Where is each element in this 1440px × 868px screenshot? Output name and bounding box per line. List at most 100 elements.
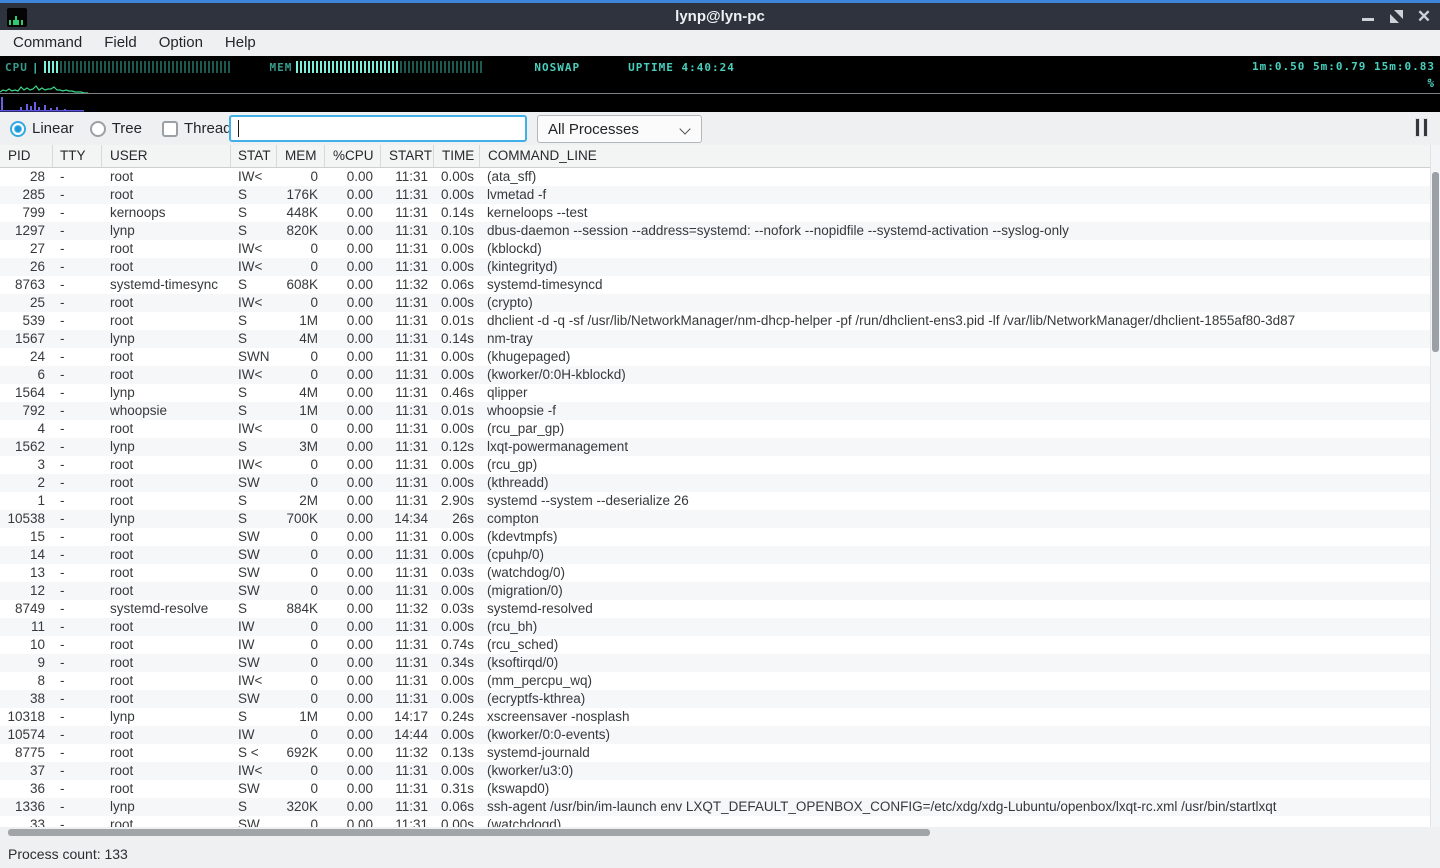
cell-stat: S < [231,744,277,762]
cell-cpu: 0.00 [325,528,381,546]
menu-field[interactable]: Field [93,30,148,56]
table-row[interactable]: 8-rootIW<00.0011:310.00s(mm_percpu_wq) [0,672,1430,690]
table-row[interactable]: 792-whoopsieS1M0.0011:310.01swhoopsie -f [0,402,1430,420]
cell-user: systemd-timesync [102,276,231,294]
cell-time: 0.00s [434,726,480,744]
table-row[interactable]: 25-rootIW<00.0011:310.00s(crypto) [0,294,1430,312]
menu-help[interactable]: Help [214,30,267,56]
table-row[interactable]: 1336-lynpS320K0.0011:310.06sssh-agent /u… [0,798,1430,816]
table-row[interactable]: 24-rootSWN00.0011:310.00s(khugepaged) [0,348,1430,366]
table-row[interactable]: 8749-systemd-resolveS884K0.0011:320.03ss… [0,600,1430,618]
table-row[interactable]: 2-rootSW00.0011:310.00s(kthreadd) [0,474,1430,492]
table-row[interactable]: 27-rootIW<00.0011:310.00s(kblockd) [0,240,1430,258]
title-bar[interactable]: lynp@lyn-pc ✕ [0,0,1440,30]
cell-tty: - [53,384,102,402]
column-header-user[interactable]: USER [102,145,231,167]
column-header-mem[interactable]: MEM [277,145,325,167]
menu-option[interactable]: Option [148,30,214,56]
cell-stat: IW< [231,456,277,474]
column-header-cpu[interactable]: %CPU [325,145,381,167]
table-row[interactable]: 10574-rootIW00.0014:440.00s(kworker/0:0-… [0,726,1430,744]
table-row[interactable]: 1-rootS2M0.0011:312.90ssystemd --system … [0,492,1430,510]
cell-cmd: kerneloops --test [480,204,1430,222]
cell-cpu: 0.00 [325,330,381,348]
column-header-tty[interactable]: TTY [53,145,102,167]
table-row[interactable]: 37-rootIW<00.0011:310.00s(kworker/u3:0) [0,762,1430,780]
cell-user: root [102,294,231,312]
cell-cpu: 0.00 [325,546,381,564]
table-row[interactable]: 3-rootIW<00.0011:310.00s(rcu_gp) [0,456,1430,474]
cell-time: 0.12s [434,438,480,456]
cell-mem: 0 [277,168,325,186]
tree-radio[interactable] [90,121,106,137]
vertical-scrollbar-thumb[interactable] [1432,172,1439,352]
cell-stat: SW [231,564,277,582]
cell-start: 11:31 [381,204,434,222]
column-header-time[interactable]: TIME [434,145,480,167]
pause-button[interactable] [1411,118,1431,138]
process-filter-dropdown[interactable]: All Processes [537,115,702,143]
cell-cpu: 0.00 [325,420,381,438]
close-button[interactable]: ✕ [1416,9,1432,25]
cell-start: 11:31 [381,528,434,546]
table-row[interactable]: 10538-lynpS700K0.0014:3426scompton [0,510,1430,528]
table-row[interactable]: 13-rootSW00.0011:310.03s(watchdog/0) [0,564,1430,582]
cell-time: 0.06s [434,798,480,816]
cell-user: root [102,474,231,492]
cell-mem: 0 [277,564,325,582]
column-header-cmd[interactable]: COMMAND_LINE [480,145,1430,167]
cell-stat: IW< [231,672,277,690]
horizontal-scrollbar-thumb[interactable] [8,829,930,836]
horizontal-scrollbar[interactable] [0,827,1440,840]
table-row[interactable]: 11-rootIW00.0011:310.00s(rcu_bh) [0,618,1430,636]
search-input[interactable] [229,115,527,142]
maximize-button[interactable] [1388,9,1404,25]
table-row[interactable]: 10318-lynpS1M0.0014:170.24sxscreensaver … [0,708,1430,726]
table-row[interactable]: 1567-lynpS4M0.0011:310.14snm-tray [0,330,1430,348]
table-row[interactable]: 539-rootS1M0.0011:310.01sdhclient -d -q … [0,312,1430,330]
maximize-icon [1390,10,1403,23]
table-row[interactable]: 38-rootSW00.0011:310.00s(ecryptfs-kthrea… [0,690,1430,708]
column-header-start[interactable]: START [381,145,434,167]
table-row[interactable]: 1297-lynpS820K0.0011:310.10sdbus-daemon … [0,222,1430,240]
cell-stat: SW [231,528,277,546]
table-row[interactable]: 26-rootIW<00.0011:310.00s(kintegrityd) [0,258,1430,276]
linear-radio[interactable] [10,121,26,137]
table-row[interactable]: 8763-systemd-timesyncS608K0.0011:320.06s… [0,276,1430,294]
table-row[interactable]: 10-rootIW00.0011:310.74s(rcu_sched) [0,636,1430,654]
table-row[interactable]: 1564-lynpS4M0.0011:310.46sqlipper [0,384,1430,402]
cell-time: 0.01s [434,402,480,420]
table-row[interactable]: 4-rootIW<00.0011:310.00s(rcu_par_gp) [0,420,1430,438]
table-row[interactable]: 799-kernoopsS448K0.0011:310.14skerneloop… [0,204,1430,222]
cell-tty: - [53,744,102,762]
uptime-text: UPTIME 4:40:24 [628,61,735,74]
vertical-scrollbar[interactable] [1430,145,1440,827]
table-row[interactable]: 9-rootSW00.0011:310.34s(ksoftirqd/0) [0,654,1430,672]
table-row[interactable]: 285-rootS176K0.0011:310.00slvmetad -f [0,186,1430,204]
table-row[interactable]: 8775-rootS <692K0.0011:320.13ssystemd-jo… [0,744,1430,762]
table-row[interactable]: 33-rootSW00.0011:310.00s(watchdogd) [0,816,1430,827]
cell-cmd: systemd-timesyncd [480,276,1430,294]
table-row[interactable]: 6-rootIW<00.0011:310.00s(kworker/0:0H-kb… [0,366,1430,384]
table-row[interactable]: 15-rootSW00.0011:310.00s(kdevtmpfs) [0,528,1430,546]
cell-cpu: 0.00 [325,294,381,312]
cell-user: root [102,618,231,636]
cell-user: root [102,528,231,546]
minimize-button[interactable] [1360,9,1376,25]
table-row[interactable]: 28-rootIW<00.0011:310.00s(ata_sff) [0,168,1430,186]
cell-tty: - [53,762,102,780]
column-header-pid[interactable]: PID [0,145,53,167]
table-row[interactable]: 36-rootSW00.0011:310.31s(kswapd0) [0,780,1430,798]
menu-command[interactable]: Command [2,30,93,56]
cell-mem: 1M [277,402,325,420]
cell-cmd: qlipper [480,384,1430,402]
cell-tty: - [53,564,102,582]
column-header-stat[interactable]: STAT [231,145,277,167]
table-row[interactable]: 14-rootSW00.0011:310.00s(cpuhp/0) [0,546,1430,564]
table-row[interactable]: 12-rootSW00.0011:310.00s(migration/0) [0,582,1430,600]
table-row[interactable]: 1562-lynpS3M0.0011:310.12slxqt-powermana… [0,438,1430,456]
linear-radio-label: Linear [32,120,74,137]
cell-cmd: (watchdog/0) [480,564,1430,582]
cell-mem: 884K [277,600,325,618]
thread-checkbox[interactable] [162,121,178,137]
